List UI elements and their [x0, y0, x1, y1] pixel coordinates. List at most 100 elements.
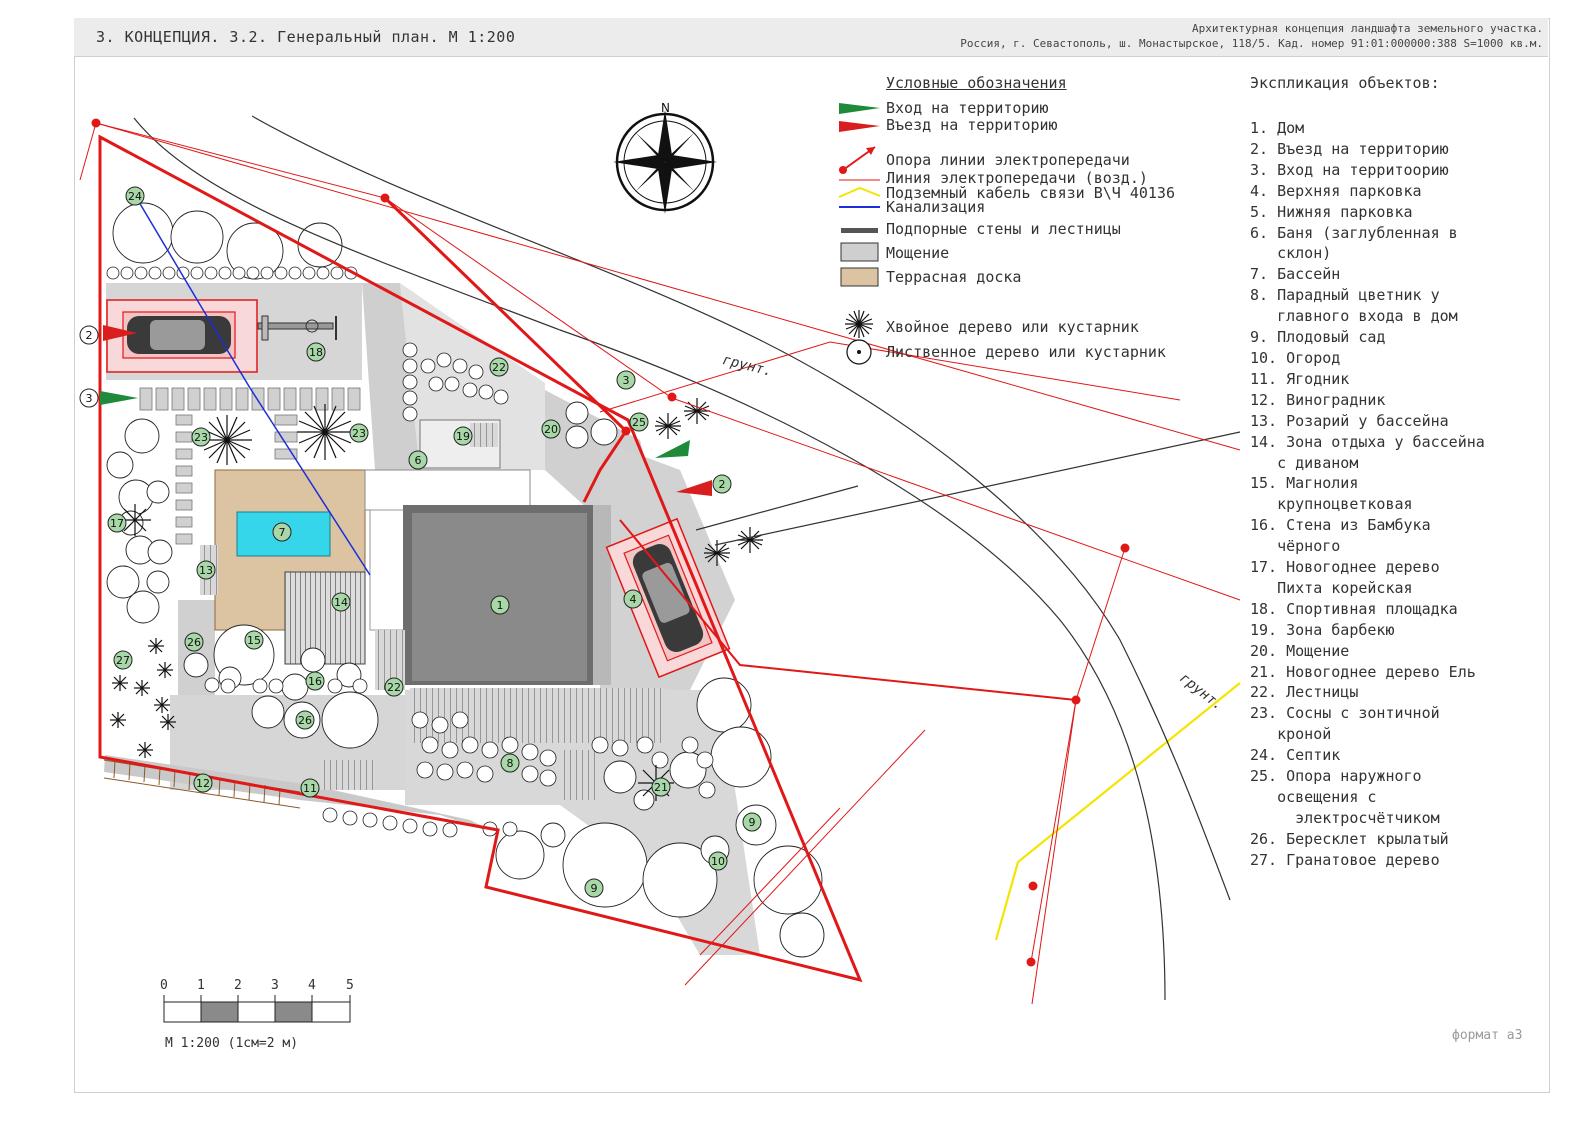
svg-text:15: 15 [247, 634, 261, 647]
stairs-left [320, 760, 375, 790]
scale-tick-1: 1 [197, 978, 205, 993]
stairs-main [410, 688, 665, 743]
explication-item: 15. Магнолия крупноцветковая [1250, 474, 1413, 514]
marker-8: 8 [500, 753, 520, 773]
explication-item: 23. Сосны с зонтичной кроной [1250, 704, 1440, 744]
legend-item-vehicle-entry: Въезд на территорию [886, 116, 1058, 134]
svg-text:9: 9 [591, 882, 598, 895]
marker-27: 27 [113, 650, 133, 670]
svg-text:9: 9 [749, 816, 756, 829]
yellow-line-icon [838, 186, 881, 198]
legend-item-deck: Террасная доска [886, 268, 1022, 286]
svg-text:12: 12 [196, 777, 210, 790]
explication-item: 18. Спортивная площадка [1250, 599, 1458, 618]
legend-item-sewer: Канализация [886, 198, 986, 216]
dark-bar-icon [841, 228, 878, 233]
svg-text:2: 2 [86, 329, 93, 342]
explication-item: 22. Лестницы [1250, 683, 1359, 702]
marker-16: 16 [305, 671, 325, 691]
scale-tick-3: 3 [271, 978, 279, 993]
legend-item-deciduous: Лиственное дерево или кустарник [886, 343, 1166, 361]
explication-item: 8. Парадный цветник у главного входа в д… [1250, 286, 1458, 326]
marker-15: 15 [244, 630, 264, 650]
scale-bar [163, 995, 351, 1023]
explication-item: 7. Бассейн [1250, 265, 1341, 284]
explication-item: 21. Новогоднее дерево Ель [1250, 662, 1476, 681]
marker-4: 4 [623, 589, 643, 609]
marker-2b: 2 [712, 474, 732, 494]
svg-text:7: 7 [279, 526, 286, 539]
svg-text:10: 10 [711, 855, 725, 868]
svg-text:8: 8 [507, 757, 514, 770]
marker-11: 11 [300, 778, 320, 798]
legend-symbols [838, 103, 881, 365]
marker-1: 1 [490, 595, 510, 615]
svg-text:16: 16 [308, 675, 322, 688]
explication-title: Экспликация объектов: [1250, 74, 1440, 92]
explication-item: 4. Верхняя парковка [1250, 181, 1422, 200]
house-side [593, 505, 611, 685]
svg-text:6: 6 [415, 454, 422, 467]
marker-22b: 22 [384, 677, 404, 697]
scale-tick-4: 4 [308, 978, 316, 993]
marker-7: 7 [272, 522, 292, 542]
marker-3: 3 [79, 388, 99, 408]
legend-item-power-pole: Опора линии электропередачи [886, 151, 1130, 169]
comms-cable [994, 682, 1241, 941]
pole-arrow-icon [839, 146, 876, 174]
car-icon [127, 316, 231, 354]
svg-text:1: 1 [497, 599, 504, 612]
svg-text:22: 22 [492, 361, 506, 374]
legend-item-retaining-walls: Подпорные стены и лестницы [886, 220, 1121, 238]
sheet-format: формат а3 [1452, 1028, 1523, 1043]
marker-19: 19 [453, 426, 473, 446]
marker-3b: 3 [616, 370, 636, 390]
tan-swatch-icon [840, 267, 879, 287]
bbq-grill [470, 423, 498, 447]
grey-swatch-icon [840, 242, 879, 262]
stairs-lower [560, 750, 598, 800]
marker-9a: 9 [584, 878, 604, 898]
marker-10: 10 [708, 851, 728, 871]
marker-24: 24 [125, 186, 145, 206]
svg-text:26: 26 [298, 714, 312, 727]
svg-text:11: 11 [303, 782, 317, 795]
marker-9b: 9 [742, 812, 762, 832]
scale-caption: М 1:200 (1см=2 м) [165, 1036, 299, 1051]
explication-item: 10. Огород [1250, 348, 1341, 367]
explication-item: 24. Септик [1250, 746, 1341, 765]
svg-text:18: 18 [309, 346, 323, 359]
svg-text:21: 21 [654, 781, 668, 794]
marker-23a: 23 [191, 427, 211, 447]
svg-text:17: 17 [110, 517, 124, 530]
marker-6: 6 [408, 450, 428, 470]
explication-list: 1. Дом 2. Въезд на территорию 3. Вход на… [1250, 118, 1550, 871]
explication-item: 9. Плодовый сад [1250, 328, 1386, 347]
legend-item-conifer: Хвойное дерево или кустарник [886, 318, 1139, 336]
terrace-white [364, 469, 531, 511]
svg-text:N: N [661, 101, 670, 115]
explication-item: 25. Опора наружного освещения с электрос… [1250, 767, 1440, 827]
explication-item: 5. Нижняя парковка [1250, 202, 1413, 221]
explication-item: 3. Вход на территоорию [1250, 160, 1449, 179]
svg-text:13: 13 [199, 564, 213, 577]
svg-text:4: 4 [630, 593, 637, 606]
explication-item: 1. Дом [1250, 119, 1305, 137]
svg-text:25: 25 [632, 416, 646, 429]
explication-item: 19. Зона барбекю [1250, 620, 1395, 639]
marker-13: 13 [196, 560, 216, 580]
terrace-strip [369, 509, 406, 631]
explication-item: 26. Бересклет крылатый [1250, 829, 1449, 848]
svg-text:14: 14 [334, 596, 348, 609]
scale-tick-2: 2 [234, 978, 242, 993]
svg-text:3: 3 [86, 392, 93, 405]
svg-text:3: 3 [623, 374, 630, 387]
marker-20: 20 [541, 419, 561, 439]
explication-item: 20. Мощение [1250, 641, 1350, 660]
deciduous-icon [846, 339, 872, 365]
red-flag-icon [839, 121, 880, 132]
legend-item-paving: Мощение [886, 244, 950, 262]
marker-17: 17 [107, 513, 127, 533]
marker-23b: 23 [349, 423, 369, 443]
marker-14: 14 [331, 592, 351, 612]
